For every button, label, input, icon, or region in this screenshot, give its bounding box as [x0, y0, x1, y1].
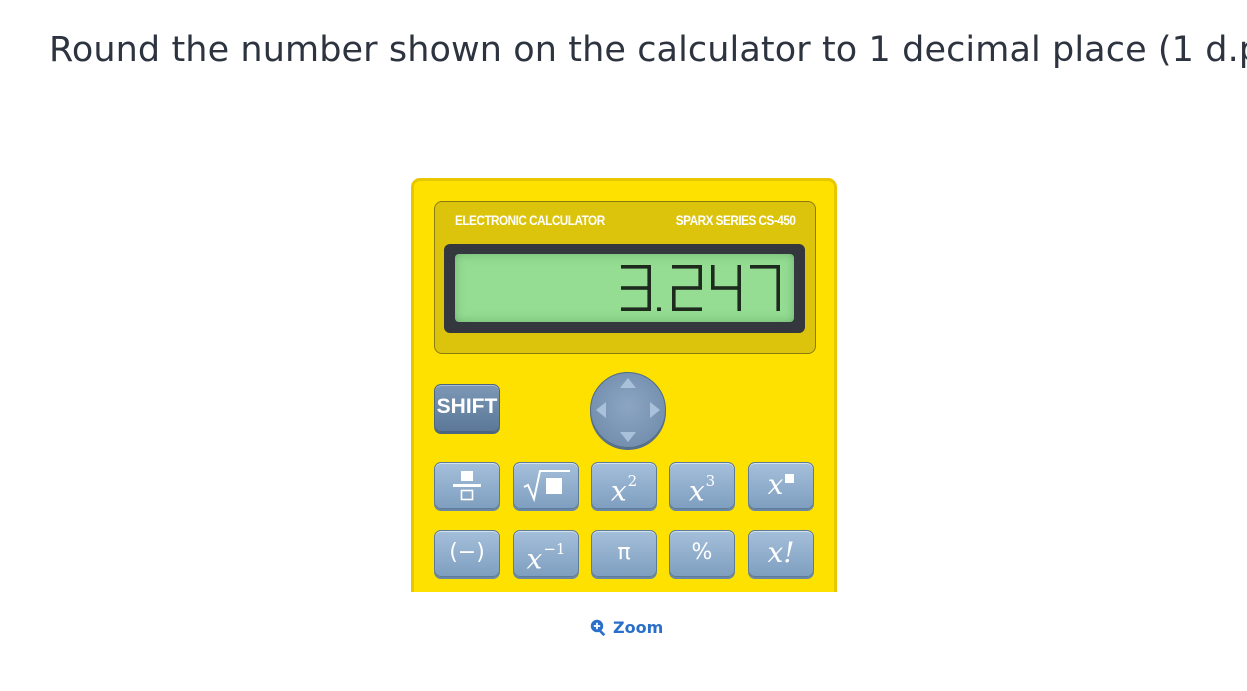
power-box-icon: [785, 474, 795, 483]
lcd-segment: [621, 265, 651, 269]
factorial-key-label: x!: [767, 536, 795, 569]
percent-key-label: %: [691, 540, 713, 565]
lcd-segment: [776, 288, 780, 311]
square-key-base: x: [610, 474, 627, 508]
inverse-key-base: x: [526, 542, 543, 576]
lcd-segment: [672, 286, 702, 290]
negative-key-label: (−): [449, 540, 485, 565]
fraction-icon: [453, 471, 481, 501]
fraction-key[interactable]: [434, 462, 500, 509]
square-key[interactable]: x2: [591, 462, 657, 509]
power-key-base: x: [767, 468, 784, 501]
square-key-exp: 2: [627, 472, 638, 490]
lcd-decimal-point: [657, 307, 661, 311]
square-root-icon: [523, 470, 570, 503]
lcd-segment: [621, 307, 651, 311]
lcd-segment: [672, 265, 702, 269]
zoom-label: Zoom: [613, 618, 664, 637]
zoom-button[interactable]: Zoom: [590, 618, 663, 637]
direction-arrows-icon: [596, 378, 660, 442]
display-panel: ELECTRONIC CALCULATOR SPARX SERIES CS-45…: [434, 201, 816, 354]
direction-pad[interactable]: [590, 372, 666, 448]
calculator-figure: ELECTRONIC CALCULATOR SPARX SERIES CS-45…: [409, 176, 839, 592]
factorial-key[interactable]: x!: [748, 530, 814, 577]
shift-key[interactable]: SHIFT: [434, 384, 500, 432]
cube-key-base: x: [688, 474, 705, 508]
lcd-segment: [672, 307, 702, 311]
lcd-segment: [737, 288, 741, 311]
lcd-segment: [776, 265, 780, 288]
cube-key[interactable]: x3: [669, 462, 735, 509]
inverse-key-exp: −1: [543, 540, 566, 558]
question-text: Round the number shown on the calculator…: [49, 30, 1247, 70]
zoom-in-icon: [590, 619, 606, 636]
power-key[interactable]: x: [748, 462, 814, 509]
negative-key[interactable]: (−): [434, 530, 500, 577]
pi-key-label: π: [617, 540, 631, 565]
calculator-body: ELECTRONIC CALCULATOR SPARX SERIES CS-45…: [411, 178, 837, 592]
brand-left-label: ELECTRONIC CALCULATOR: [455, 212, 605, 228]
lcd-segment: [711, 265, 715, 288]
lcd-segment: [698, 265, 702, 288]
cube-key-exp: 3: [705, 472, 716, 490]
inverse-key[interactable]: x−1: [513, 530, 579, 577]
brand-right-label: SPARX SERIES CS-450: [675, 212, 795, 228]
lcd-screen: [455, 254, 794, 322]
screen-frame: [444, 244, 805, 333]
lcd-segment: [737, 265, 741, 288]
lcd-display-value: [621, 265, 780, 311]
pi-key[interactable]: π: [591, 530, 657, 577]
sqrt-key[interactable]: [513, 462, 579, 509]
lcd-segment: [621, 286, 651, 290]
lcd-segment: [647, 265, 651, 288]
percent-key[interactable]: %: [669, 530, 735, 577]
lcd-segment: [711, 286, 741, 290]
lcd-segment: [750, 265, 780, 269]
shift-key-label: SHIFT: [436, 395, 498, 418]
